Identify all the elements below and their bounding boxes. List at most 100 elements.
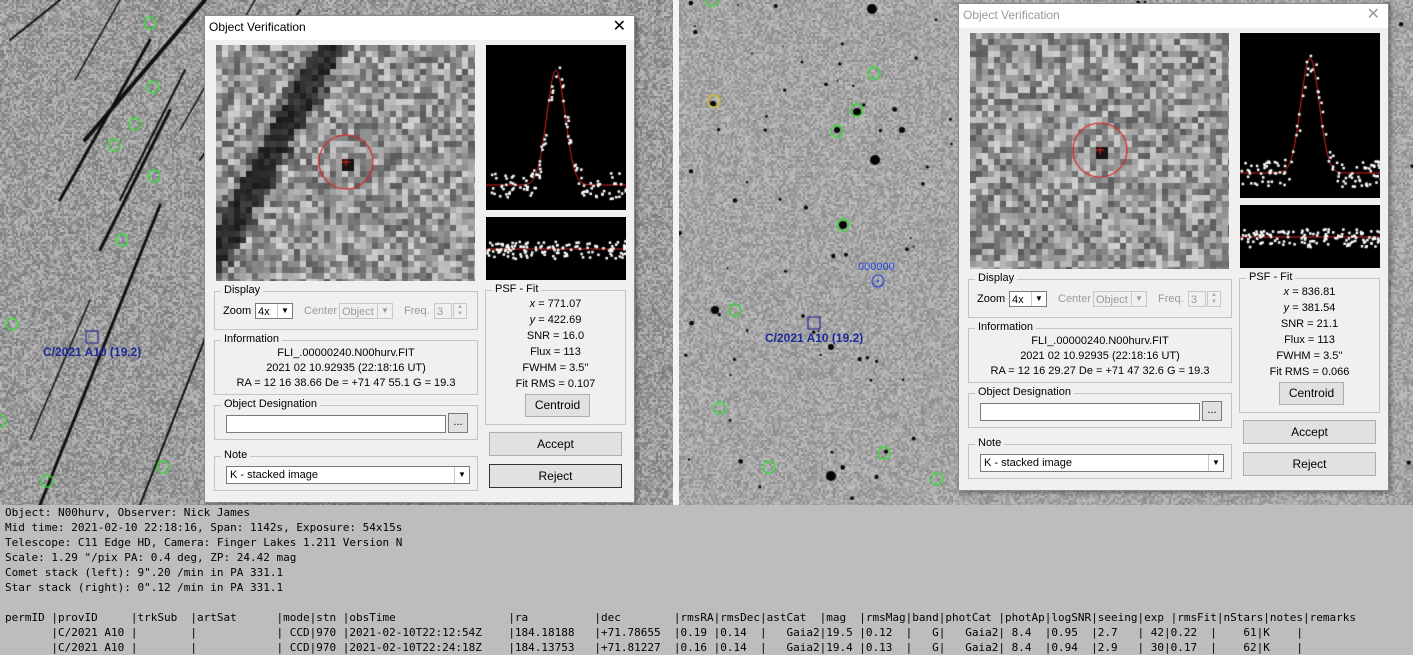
freq-field[interactable]: 3: [1188, 291, 1206, 307]
zoom-value: 4x: [258, 306, 270, 318]
center-value: Object: [342, 306, 374, 318]
information-group-label: Information: [975, 321, 1037, 333]
console-line: Star stack (right): 0".12 /min in PA 331…: [5, 581, 284, 594]
object-verification-dialog-right: Object Verification ✕ Display Zoom 4x ▼ C…: [958, 3, 1389, 491]
zoom-image[interactable]: [970, 33, 1229, 269]
psf-fit-group: PSF - Fit x = 836.81 y = 381.54 SNR = 21…: [1239, 271, 1380, 413]
center-value: Object: [1096, 294, 1128, 306]
accept-button[interactable]: Accept: [489, 432, 622, 456]
zoom-label: Zoom: [977, 293, 1006, 305]
psf-y: y = 422.69: [486, 314, 625, 326]
freq-label: Freq.: [1158, 293, 1184, 305]
note-group: Note K - stacked image ▼: [214, 449, 478, 491]
designation-input[interactable]: [980, 403, 1200, 421]
psf-snr: SNR = 16.0: [526, 330, 585, 342]
info-filename: FLI_.00000240.N00hurv.FIT: [1031, 335, 1169, 347]
psf-x: x = 836.81: [1240, 286, 1379, 298]
center-select[interactable]: Object ▼: [339, 303, 393, 319]
reject-button[interactable]: Reject: [489, 464, 622, 488]
comet-designation-label: C/2021 A10 (19.2): [765, 331, 864, 345]
zoom-select[interactable]: 4x ▼: [255, 303, 293, 319]
info-coordinates: RA = 12 16 38.66 De = +71 47 55.1 G = 19…: [236, 377, 456, 389]
candidate-id-label: 000000: [858, 261, 895, 273]
psf-x-value: = 836.81: [1289, 286, 1336, 298]
freq-spinner[interactable]: ▲ ▼: [1207, 291, 1221, 307]
centroid-button[interactable]: Centroid: [525, 394, 590, 417]
info-filename: FLI_.00000240.N00hurv.FIT: [277, 347, 415, 359]
chevron-down-icon: ▼: [454, 467, 469, 483]
freq-spinner[interactable]: ▲ ▼: [453, 303, 467, 319]
center-label: Center: [304, 305, 338, 317]
chevron-down-icon: ▼: [1208, 455, 1223, 471]
psf-x: x = 771.07: [486, 298, 625, 310]
chevron-down-icon: ▼: [277, 304, 292, 318]
designation-browse-button[interactable]: ...: [1202, 401, 1222, 421]
note-group: Note K - stacked image ▼: [968, 437, 1232, 479]
info-coordinates: RA = 12 16 29.27 De = +71 47 32.6 G = 19…: [990, 365, 1210, 377]
psf-y-value: = 422.69: [535, 314, 582, 326]
display-group: Display Zoom 4x ▼ Center Object ▼ Freq. 3 …: [968, 272, 1232, 318]
chevron-down-icon: ▼: [377, 304, 392, 318]
report-console: Object: N00hurv, Observer: Nick James Mi…: [0, 505, 1413, 655]
close-button[interactable]: ✕: [1367, 6, 1380, 24]
zoom-select[interactable]: 4x ▼: [1009, 291, 1047, 307]
console-line: Mid time: 2021-02-10 22:18:16, Span: 114…: [5, 521, 403, 534]
psf-flux: Flux = 113: [1284, 334, 1335, 346]
console-line: Telescope: C11 Edge HD, Camera: Finger L…: [5, 536, 403, 549]
psf-flux: Flux = 113: [530, 346, 581, 358]
console-line: Object: N00hurv, Observer: Nick James: [5, 506, 251, 519]
note-select[interactable]: K - stacked image ▼: [226, 466, 470, 484]
zoom-label: Zoom: [223, 305, 252, 317]
designation-browse-button[interactable]: ...: [448, 413, 468, 433]
psf-profile-plot: [1240, 33, 1380, 198]
accept-button[interactable]: Accept: [1243, 420, 1376, 444]
psf-residual-plot: [486, 217, 626, 280]
information-group: Information FLI_.00000240.N00hurv.FIT 20…: [968, 321, 1232, 383]
title-bar[interactable]: Object Verification ✕: [205, 16, 634, 40]
dialog-title: Object Verification: [963, 8, 1060, 22]
centroid-button[interactable]: Centroid: [1279, 382, 1344, 405]
psf-fit-group-label: PSF - Fit: [492, 283, 542, 295]
designation-input[interactable]: [226, 415, 446, 433]
designation-group-label: Object Designation: [221, 398, 320, 410]
designation-group: Object Designation ...: [968, 386, 1232, 428]
chevron-down-icon: ▼: [1131, 292, 1146, 306]
display-group-label: Display: [221, 284, 264, 296]
note-group-label: Note: [975, 437, 1005, 449]
console-line: Comet stack (left): 9".20 /min in PA 331…: [5, 566, 284, 579]
psf-residual-plot: [1240, 205, 1380, 268]
chevron-down-icon: ▼: [1031, 292, 1046, 306]
psf-fit-rms: Fit RMS = 0.066: [1269, 366, 1350, 378]
psf-fit-group: PSF - Fit x = 771.07 y = 422.69 SNR = 16…: [485, 283, 626, 425]
center-label: Center: [1058, 293, 1092, 305]
ades-table-row: |C/2021 A10 | | | CCD|970 |2021-02-10T22…: [5, 641, 1304, 654]
dialog-title: Object Verification: [209, 20, 306, 34]
info-date: 2021 02 10.92935 (22:18:16 UT): [266, 362, 426, 374]
psf-x-value: = 771.07: [535, 298, 582, 310]
note-select[interactable]: K - stacked image ▼: [980, 454, 1224, 472]
ades-table-header: permID |provID |trkSub |artSat |mode|stn…: [5, 611, 1357, 624]
information-group-label: Information: [221, 333, 283, 345]
close-button[interactable]: ✕: [613, 18, 626, 36]
freq-label: Freq.: [404, 305, 430, 317]
display-group: Display Zoom 4x ▼ Center Object ▼ Freq. 3 …: [214, 284, 478, 330]
note-value: K - stacked image: [984, 457, 1073, 469]
ades-table-row: |C/2021 A10 | | | CCD|970 |2021-02-10T22…: [5, 626, 1304, 639]
psf-fit-group-label: PSF - Fit: [1246, 271, 1296, 283]
comet-designation-label: C/2021 A10 (19.2): [43, 345, 142, 359]
designation-group: Object Designation ...: [214, 398, 478, 440]
info-date: 2021 02 10.92935 (22:18:16 UT): [1020, 350, 1180, 362]
console-line: Scale: 1.29 "/pix PA: 0.4 deg, ZP: 24.42…: [5, 551, 297, 564]
note-group-label: Note: [221, 449, 251, 461]
center-select[interactable]: Object ▼: [1093, 291, 1147, 307]
psf-fit-rms: Fit RMS = 0.107: [515, 378, 596, 390]
reject-button[interactable]: Reject: [1243, 452, 1376, 476]
object-verification-dialog-left: Object Verification ✕ Display Zoom 4x ▼ C…: [204, 15, 635, 503]
psf-profile-plot: [486, 45, 626, 210]
designation-group-label: Object Designation: [975, 386, 1074, 398]
title-bar[interactable]: Object Verification ✕: [959, 4, 1388, 28]
note-value: K - stacked image: [230, 469, 319, 481]
freq-field[interactable]: 3: [434, 303, 452, 319]
zoom-value: 4x: [1012, 294, 1024, 306]
zoom-image[interactable]: [216, 45, 475, 281]
